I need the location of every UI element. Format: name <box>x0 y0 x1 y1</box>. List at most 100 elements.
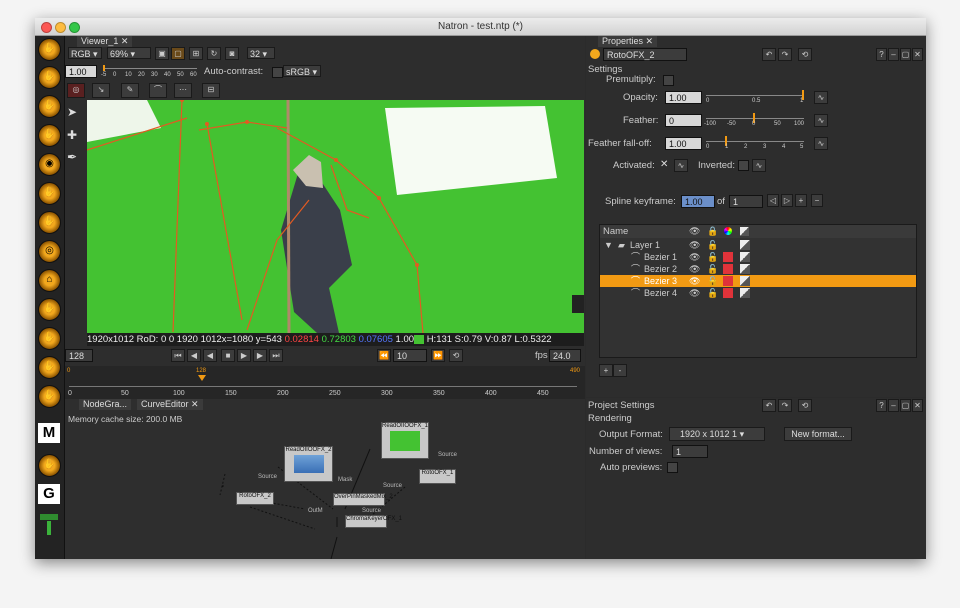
spline-total-field[interactable]: 1 <box>729 195 763 208</box>
add-keyframe-icon[interactable]: + <box>795 194 807 207</box>
timeline[interactable]: 0 490 128 0 50 100 150 200 250 300 350 4… <box>65 366 585 400</box>
channels-select[interactable]: RGB ▾ <box>68 47 102 59</box>
spline-keyframe-field[interactable]: 1.00 <box>681 195 715 208</box>
layer-row[interactable]: ⌒ Bezier 4 👁 🔓 <box>600 287 916 299</box>
redo-icon[interactable]: ↷ <box>778 48 792 61</box>
views-tools-button[interactable]: ✋ <box>38 298 61 321</box>
layer-color-swatch[interactable] <box>723 276 733 286</box>
other-tools-button[interactable]: ✋ <box>38 327 61 350</box>
output-format-select[interactable]: 1920 x 1012 1 ▾ <box>669 427 765 441</box>
visibility-toggle-icon[interactable]: 👁 <box>689 275 700 287</box>
activated-checkbox[interactable]: ✕ <box>660 160 670 170</box>
node-roto-2[interactable]: RotoOFX_2 <box>236 492 274 505</box>
layer-color-swatch[interactable] <box>723 264 733 274</box>
project-float-icon[interactable]: ▢ <box>900 399 911 412</box>
inverted-animation-icon[interactable]: ∿ <box>752 159 766 172</box>
prev-frame-button[interactable]: ◀ <box>187 349 201 362</box>
views-field[interactable]: 1 <box>672 445 708 458</box>
node-merge[interactable]: OverPinMaskedMix_2 <box>333 493 393 506</box>
g-tool-button[interactable]: G <box>38 484 60 504</box>
layer-row[interactable]: ⌒ Bezier 2 👁 🔓 <box>600 263 916 275</box>
lock-toggle-icon[interactable]: 🔓 <box>707 275 718 287</box>
viewer-tab[interactable]: Viewer_1 ✕ <box>77 36 133 47</box>
next-increment-button[interactable]: ⏩ <box>431 349 445 362</box>
first-frame-button[interactable]: ⏮ <box>171 349 185 362</box>
float-panel-icon[interactable]: ▢ <box>900 48 911 61</box>
project-minimize-icon[interactable]: – <box>888 399 899 412</box>
node-roto-1[interactable]: RotoOFX_1 <box>419 469 456 484</box>
increment-field[interactable]: 10 <box>393 349 427 362</box>
gain-slider[interactable]: -5 0 10 20 30 40 50 60 <box>101 65 199 79</box>
falloff-animation-icon[interactable]: ∿ <box>814 137 828 150</box>
new-format-button[interactable]: New format... <box>784 427 852 441</box>
node-color-icon[interactable] <box>590 49 600 59</box>
remove-layer-button[interactable]: - <box>613 364 627 377</box>
close-panel-icon[interactable]: ✕ <box>912 48 923 61</box>
falloff-slider[interactable]: 0 1 2 3 4 5 <box>706 136 806 152</box>
next-keyframe-icon[interactable]: ▷ <box>781 194 793 207</box>
openfx-icon[interactable] <box>38 512 60 538</box>
layer-color-swatch[interactable] <box>723 288 733 298</box>
roto-feather-tool-button[interactable]: ⋯ <box>174 83 192 98</box>
project-help-icon[interactable]: ? <box>876 399 887 412</box>
restore-defaults-icon[interactable]: ⟲ <box>798 48 812 61</box>
merge-tools-button[interactable]: ◎ <box>38 240 61 263</box>
zoom-select[interactable]: 69% ▾ <box>107 47 151 59</box>
opacity-field[interactable]: 1.00 <box>665 91 702 104</box>
loop-mode-button[interactable]: ⟲ <box>449 349 463 362</box>
node-keyer[interactable]: ChromaKeyerOFX_1 <box>345 515 402 528</box>
colorspace-select[interactable]: sRGB ▾ <box>283 65 321 77</box>
layer-row[interactable]: ▰ ▼ Layer 1 👁 🔓 <box>600 239 916 251</box>
color-tools-button[interactable]: ◉ <box>38 153 61 176</box>
overlay-toggle-icon[interactable] <box>740 252 750 262</box>
layer-row[interactable]: ⌒ Bezier 1 👁 🔓 <box>600 251 916 263</box>
roi-button[interactable]: ▢ <box>171 47 185 60</box>
pause-render-button[interactable]: ◙ <box>225 47 239 60</box>
project-undo-icon[interactable]: ↶ <box>762 399 776 412</box>
add-point-icon[interactable]: ✚ <box>67 128 85 144</box>
project-redo-icon[interactable]: ↷ <box>778 399 792 412</box>
opacity-slider[interactable]: 0 0.5 1 <box>706 90 806 106</box>
falloff-field[interactable]: 1.00 <box>665 137 702 150</box>
visibility-toggle-icon[interactable]: 👁 <box>689 239 700 251</box>
autopreviews-checkbox[interactable] <box>667 462 678 473</box>
image-tools-button[interactable]: ✋ <box>38 38 61 61</box>
roto-pen-tool-button[interactable]: ✎ <box>121 83 139 98</box>
fit-button[interactable]: ⊞ <box>189 47 203 60</box>
keyer-tools-button[interactable]: ✋ <box>38 211 61 234</box>
transform-tools-button[interactable]: ⌂ <box>38 269 61 292</box>
opacity-animation-icon[interactable]: ∿ <box>814 91 828 104</box>
node-name-field[interactable]: RotoOFX_2 <box>603 48 687 61</box>
filter-tools-button[interactable]: ✋ <box>38 182 61 205</box>
feather-animation-icon[interactable]: ∿ <box>814 114 828 127</box>
undo-icon[interactable]: ↶ <box>762 48 776 61</box>
fps-field[interactable]: 24.0 <box>549 349 581 362</box>
node-read-1[interactable]: ReadOIIOOFX_1 <box>381 422 429 459</box>
roto-autokey-tool-button[interactable]: ⊟ <box>202 83 220 98</box>
properties-tab[interactable]: Properties ✕ <box>598 36 658 47</box>
minimize-panel-icon[interactable]: – <box>888 48 899 61</box>
layer-row[interactable]: ⌒ Bezier 3 👁 🔓 <box>600 275 916 287</box>
lock-toggle-icon[interactable]: 🔓 <box>707 251 718 263</box>
gain-field[interactable]: 1.00 <box>65 65 97 78</box>
layer-color-swatch[interactable] <box>723 252 733 262</box>
misc-tool-button[interactable]: M <box>38 423 60 443</box>
time-tools-button[interactable]: ✋ <box>38 95 61 118</box>
viewer-image[interactable] <box>87 100 584 333</box>
remove-keyframe-icon[interactable]: − <box>811 194 823 207</box>
pen-icon[interactable]: ✒ <box>67 150 85 166</box>
play-forward-button[interactable]: ▶ <box>237 349 251 362</box>
prev-keyframe-icon[interactable]: ◁ <box>767 194 779 207</box>
play-backward-button[interactable]: ◀ <box>203 349 217 362</box>
gmic-tools-button[interactable]: ✋ <box>38 454 61 477</box>
add-layer-button[interactable]: + <box>599 364 613 377</box>
bitdepth-select[interactable]: 32 ▾ <box>247 47 275 59</box>
node-read-2[interactable]: ReadOIIOOFX_2 <box>284 446 333 482</box>
overlay-toggle-icon[interactable] <box>740 276 750 286</box>
plugin-tools-button[interactable]: ✋ <box>38 385 61 408</box>
project-close-icon[interactable]: ✕ <box>912 399 923 412</box>
prev-increment-button[interactable]: ⏪ <box>377 349 391 362</box>
select-arrow-icon[interactable]: ➤ <box>67 105 85 121</box>
feather-slider[interactable]: -100 -50 0 50 100 <box>704 113 806 129</box>
help-icon[interactable]: ? <box>876 48 887 61</box>
